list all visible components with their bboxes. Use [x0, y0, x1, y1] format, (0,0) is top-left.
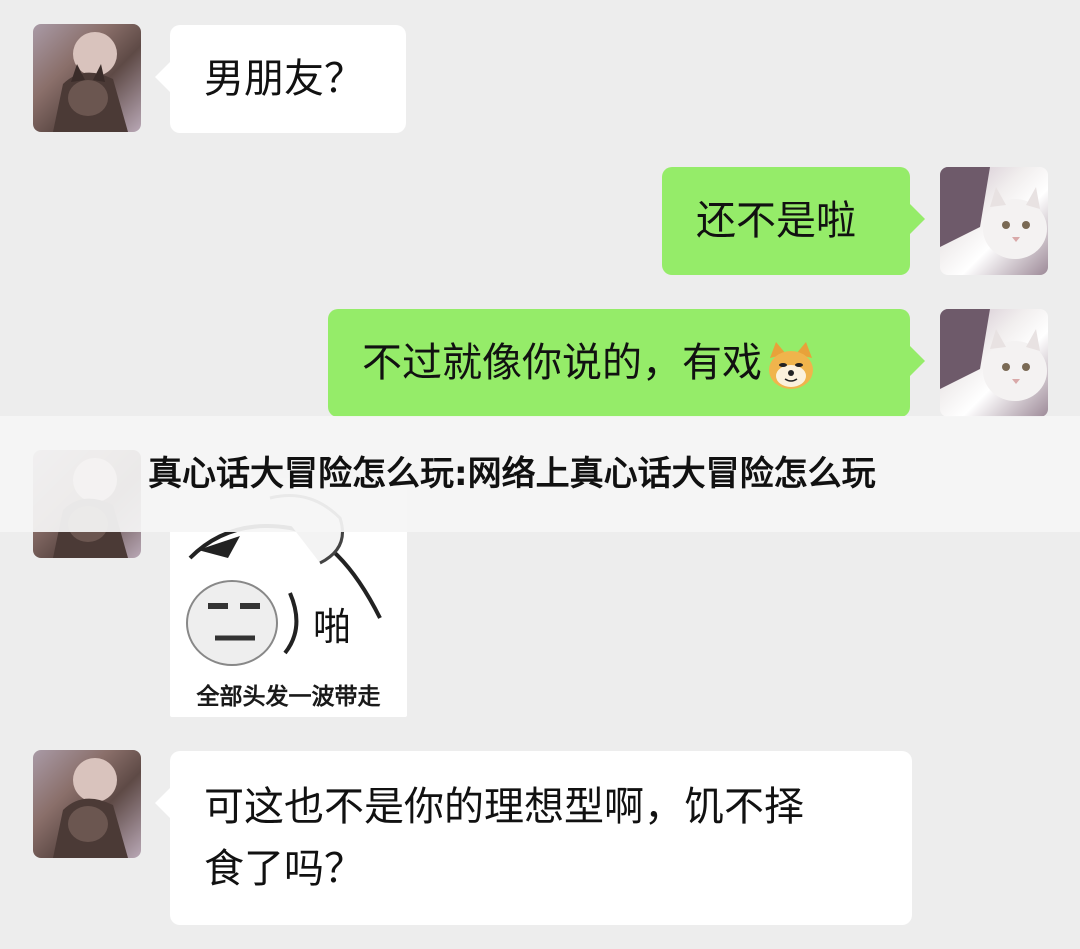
- message-bubble-received[interactable]: 男朋友？: [155, 25, 406, 133]
- sticker-sound-text: 啪: [313, 605, 352, 649]
- message-text: 男朋友？: [204, 56, 364, 102]
- contact-avatar[interactable]: [33, 24, 141, 132]
- message-bubble-received[interactable]: 可这也不是你的理想型啊，饥不择 食了吗？: [155, 751, 912, 925]
- message-bubble-sent[interactable]: 不过就像你说的，有戏: [328, 309, 925, 417]
- bubble-tail: [155, 787, 171, 819]
- message-bubble-sent[interactable]: 还不是啦: [662, 167, 925, 275]
- white-cat-photo-icon: [940, 167, 1047, 259]
- sticker-caption: 全部头发一波带走: [196, 684, 381, 710]
- message-text-line: 食了吗？: [204, 846, 364, 892]
- self-avatar[interactable]: [940, 309, 1048, 417]
- cat-photo-icon: [53, 32, 128, 132]
- doge-emoji-icon: [764, 338, 818, 392]
- bubble-tail: [909, 203, 925, 235]
- contact-avatar[interactable]: [33, 750, 141, 858]
- message-text: 不过就像你说的，有戏: [362, 340, 762, 386]
- message-text-line: 可这也不是你的理想型啊，饥不择: [204, 784, 804, 830]
- banner-title: 真心话大冒险怎么玩:网络上真心话大冒险怎么玩: [148, 454, 876, 494]
- bubble-tail: [909, 345, 925, 377]
- white-cat-photo-icon: [940, 309, 1047, 401]
- self-avatar[interactable]: [940, 167, 1048, 275]
- cat-photo-icon: [53, 758, 128, 858]
- message-text: 还不是啦: [696, 198, 856, 244]
- bubble-tail: [155, 61, 171, 93]
